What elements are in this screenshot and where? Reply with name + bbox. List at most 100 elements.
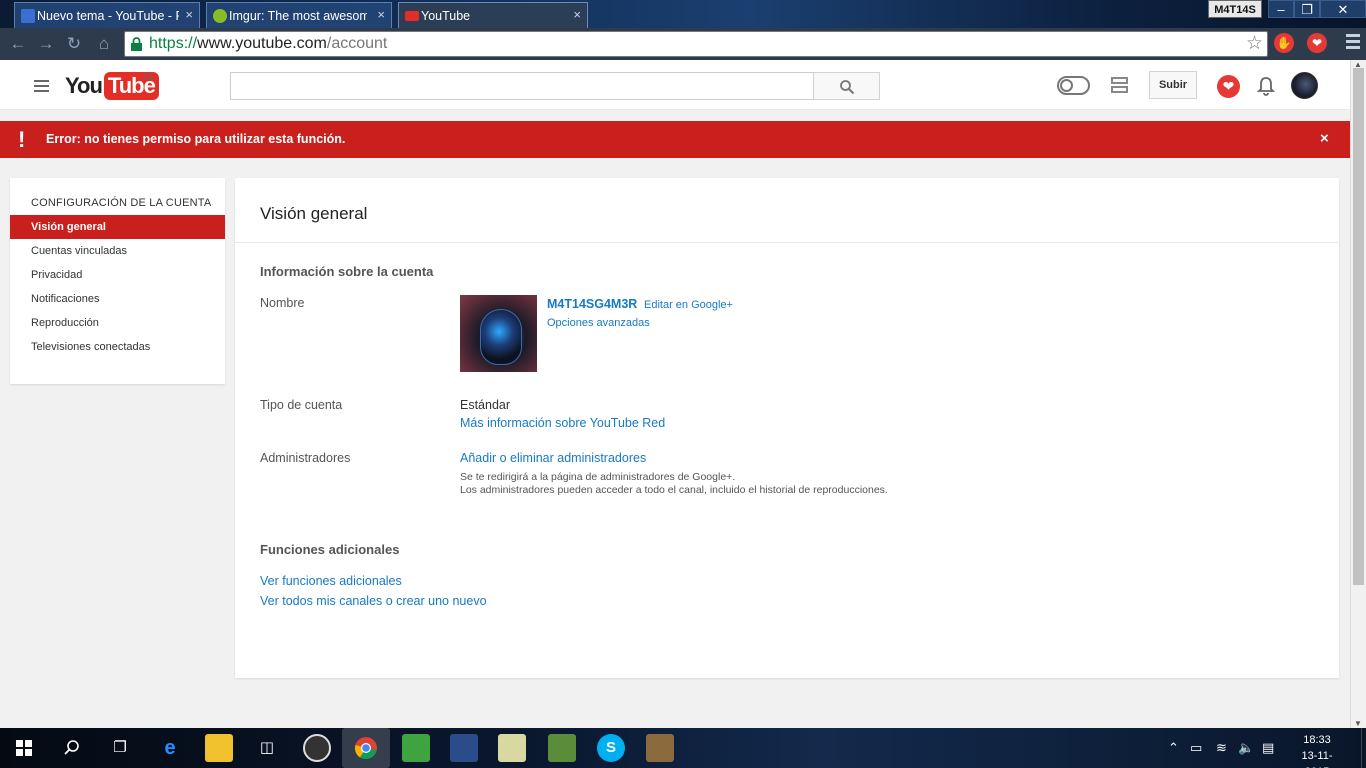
tab-imgur[interactable]: Imgur: The most awesome × [206, 2, 392, 28]
browser-titlebar: Nuevo tema - YouTube - F × Imgur: The mo… [0, 0, 1366, 28]
task-view-icon[interactable]: ❐ [106, 734, 134, 762]
action-center-icon[interactable]: ▤ [1262, 740, 1274, 756]
guide-menu-icon[interactable] [34, 80, 49, 95]
name-label: Nombre [260, 296, 305, 310]
search-input[interactable] [230, 72, 814, 100]
toggle-knob [1060, 79, 1073, 92]
search-icon [840, 80, 855, 95]
upload-list-icon[interactable] [1111, 77, 1128, 94]
tab-youtube[interactable]: YouTube × [398, 2, 588, 28]
battery-icon[interactable]: ▭ [1190, 740, 1202, 756]
nav-header: CONFIGURACIÓN DE LA CUENTA [31, 197, 212, 209]
wifi-icon[interactable]: ≋ [1216, 740, 1227, 756]
account-type-label: Tipo de cuenta [260, 398, 343, 412]
back-arrow-icon[interactable]: ← [6, 32, 30, 56]
forum-favicon-icon [21, 9, 35, 23]
chrome-menu-icon[interactable] [1346, 34, 1360, 52]
tab-title: YouTube [421, 8, 471, 23]
notifications-bell-icon[interactable] [1257, 76, 1275, 96]
page-scrollbar[interactable]: ▲ ▼ [1350, 60, 1366, 728]
admins-note-access: Los administradores pueden acceder a tod… [460, 484, 888, 496]
skype-icon[interactable]: S [597, 734, 625, 762]
url-scheme: https:// [149, 35, 198, 52]
chrome-icon [354, 737, 377, 760]
edge-browser-icon[interactable]: e [156, 734, 184, 762]
nav-item-linked-accounts[interactable]: Cuentas vinculadas [10, 239, 225, 263]
browser-toolbar: ← → ↻ ⌂ https://www.youtube.com/account … [0, 28, 1366, 60]
tab-title: Nuevo tema - YouTube - F [37, 8, 179, 23]
error-message: Error: no tienes permiso para utilizar e… [46, 132, 346, 146]
page-viewport: You Tube CL Subir ❤ ! Error: no tienes p… [0, 60, 1366, 728]
tab-close-icon[interactable]: × [185, 7, 193, 22]
app-eye-icon[interactable] [303, 734, 331, 762]
clock-time: 18:33 [1303, 734, 1331, 746]
network-app-icon[interactable] [450, 734, 478, 762]
scroll-down-arrow-icon[interactable]: ▼ [1354, 719, 1362, 728]
clock-date: 13-11-2015 [1301, 750, 1333, 768]
youtube-favicon-icon [405, 11, 419, 21]
search-icon[interactable] [63, 739, 81, 757]
gaming-mouse-image [480, 309, 522, 365]
url-host: www.youtube.com [197, 35, 327, 52]
additional-features-heading: Funciones adicionales [260, 542, 400, 557]
youtube-red-link[interactable]: Más información sobre YouTube Red [460, 416, 665, 430]
file-explorer-icon[interactable] [205, 734, 233, 762]
tab-nuevo-tema[interactable]: Nuevo tema - YouTube - F × [14, 2, 200, 28]
nav-item-connected-tvs[interactable]: Televisiones conectadas [10, 335, 225, 359]
show-hidden-icons-icon[interactable]: ⌃ [1168, 740, 1179, 756]
advanced-options-link[interactable]: Opciones avanzadas [547, 317, 650, 329]
logo-you: You [65, 73, 103, 98]
forward-arrow-icon[interactable]: → [34, 32, 58, 56]
restore-button[interactable]: ❐ [1294, 0, 1320, 18]
minimize-button[interactable]: – [1268, 0, 1294, 18]
reload-icon[interactable]: ↻ [62, 32, 86, 56]
creeper-app-icon[interactable] [402, 734, 430, 762]
chrome-taskbar-button[interactable] [342, 728, 390, 768]
address-bar[interactable]: https://www.youtube.com/account ☆ [124, 31, 1268, 57]
heart-icon[interactable]: ❤ [1217, 75, 1240, 98]
channel-name-link[interactable]: M4T14SG4M3R [547, 297, 637, 311]
page-title: Visión general [260, 204, 368, 223]
view-additional-features-link[interactable]: Ver funciones adicionales [260, 574, 402, 588]
account-type-value: Estándar [460, 398, 511, 412]
windows-start-icon[interactable] [16, 740, 32, 756]
tab-title: Imgur: The most awesome [229, 8, 367, 23]
nav-item-notifications[interactable]: Notificaciones [10, 287, 225, 311]
account-avatar[interactable] [1291, 72, 1318, 99]
crafting-table-icon[interactable] [646, 734, 674, 762]
heart-extension-icon[interactable]: ❤ [1307, 33, 1327, 53]
imgur-favicon-icon [213, 9, 227, 23]
youtube-header: You Tube CL Subir ❤ [0, 60, 1350, 110]
error-banner: ! Error: no tienes permiso para utilizar… [0, 121, 1350, 158]
dark-mode-toggle[interactable] [1057, 76, 1090, 95]
browser-profile-button[interactable]: M4T14S [1208, 0, 1262, 18]
account-info-heading: Información sobre la cuenta [260, 264, 434, 279]
admins-note-redirect: Se te redirigirá a la página de administ… [460, 471, 736, 483]
error-icon: ! [18, 127, 26, 152]
volume-icon[interactable]: 🔈 [1238, 740, 1254, 756]
home-icon[interactable]: ⌂ [92, 32, 116, 56]
nav-item-privacy[interactable]: Privacidad [10, 263, 225, 287]
adblock-extension-icon[interactable]: ✋ [1274, 33, 1294, 53]
show-desktop-button[interactable] [1361, 728, 1366, 768]
search-button[interactable] [813, 72, 880, 100]
error-close-icon[interactable]: × [1320, 130, 1329, 147]
nav-item-playback[interactable]: Reproducción [10, 311, 225, 335]
manage-admins-link[interactable]: Añadir o eliminar administradores [460, 451, 646, 465]
minecraft-icon[interactable] [548, 734, 576, 762]
bookmark-star-icon[interactable]: ☆ [1246, 32, 1263, 56]
edit-google-plus-link[interactable]: Editar en Google+ [644, 299, 733, 311]
lock-icon [131, 37, 142, 51]
channel-avatar-image [460, 295, 537, 372]
scrollbar-thumb[interactable] [1353, 68, 1364, 585]
store-icon[interactable]: ◫ [253, 734, 281, 762]
tab-close-icon[interactable]: × [573, 7, 581, 22]
nav-item-overview[interactable]: Visión general [10, 215, 225, 239]
notepad-app-icon[interactable] [498, 734, 526, 762]
upload-button[interactable]: Subir [1149, 71, 1197, 99]
view-all-channels-link[interactable]: Ver todos mis canales o crear uno nuevo [260, 594, 487, 608]
close-window-button[interactable]: ✕ [1320, 0, 1366, 18]
system-clock[interactable]: 18:33 13-11-2015 [1292, 732, 1342, 768]
account-settings-nav: CONFIGURACIÓN DE LA CUENTA Visión genera… [10, 178, 225, 384]
tab-close-icon[interactable]: × [377, 7, 385, 22]
